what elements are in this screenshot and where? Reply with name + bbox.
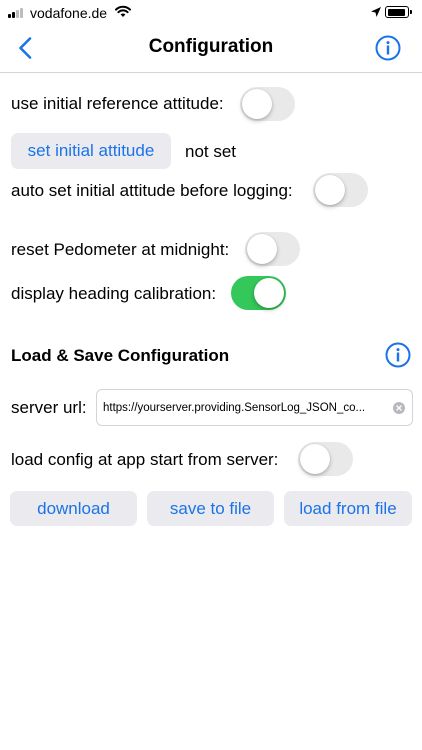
reset-pedometer-label: reset Pedometer at midnight: [11, 240, 230, 259]
page-title: Configuration [148, 36, 274, 57]
initial-attitude-status: not set [185, 142, 237, 161]
server-url-field[interactable] [96, 389, 413, 426]
location-arrow-icon [371, 7, 381, 17]
wifi-icon [115, 5, 131, 17]
set-initial-attitude-button[interactable]: set initial attitude [11, 133, 171, 169]
display-heading-calibration-toggle[interactable] [231, 276, 286, 310]
server-url-label: server url: [11, 398, 87, 417]
nav-divider [0, 72, 422, 73]
display-heading-calibration-label: display heading calibration: [11, 284, 217, 303]
cellular-signal-icon [8, 8, 26, 18]
server-url-input[interactable] [103, 390, 385, 425]
info-icon[interactable] [375, 35, 401, 61]
clear-text-icon[interactable] [393, 402, 405, 414]
reset-pedometer-toggle[interactable] [245, 232, 300, 266]
load-at-start-toggle[interactable] [298, 442, 353, 476]
use-initial-reference-toggle[interactable] [240, 87, 295, 121]
load-at-start-label: load config at app start from server: [11, 450, 279, 469]
info-icon[interactable] [385, 342, 411, 368]
load-save-section-title: Load & Save Configuration [11, 346, 230, 365]
status-bar: vodafone.de [0, 0, 422, 26]
use-initial-reference-label: use initial reference attitude: [11, 94, 224, 113]
load-from-file-button[interactable]: load from file [284, 491, 412, 526]
download-button[interactable]: download [10, 491, 137, 526]
carrier-name: vodafone.de [30, 5, 108, 21]
auto-set-initial-label: auto set initial attitude before logging… [11, 181, 293, 200]
battery-icon [385, 6, 412, 18]
save-to-file-button[interactable]: save to file [147, 491, 274, 526]
auto-set-initial-toggle[interactable] [313, 173, 368, 207]
